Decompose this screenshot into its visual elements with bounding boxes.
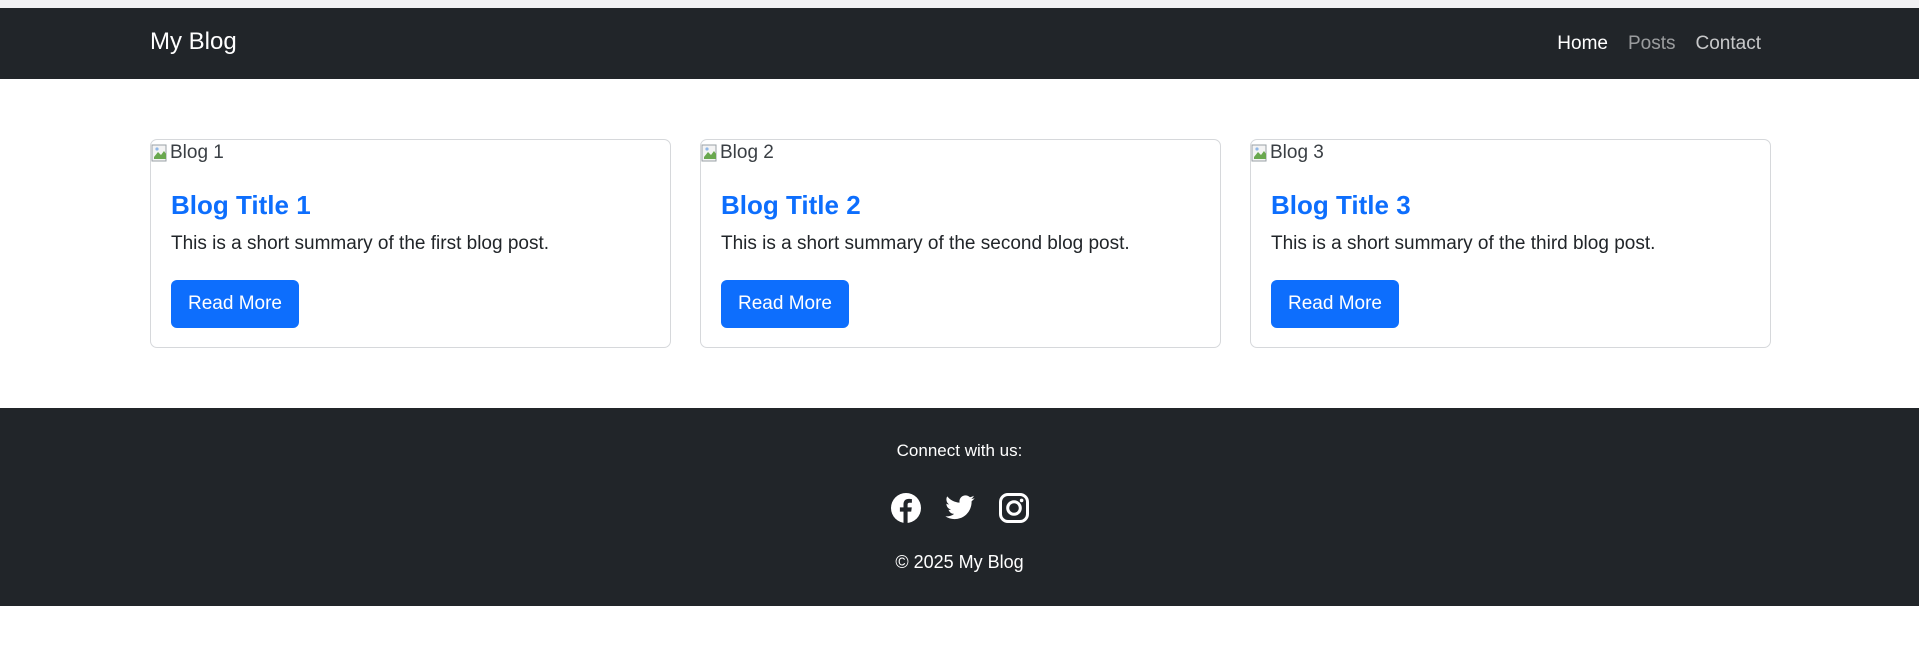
blog-card-image-alt: Blog 1 [170, 142, 224, 163]
social-links [0, 492, 1919, 524]
blog-card-image: Blog 1 [151, 142, 224, 165]
blog-card-summary: This is a short summary of the third blo… [1271, 233, 1656, 254]
blog-card-image-alt: Blog 3 [1270, 142, 1324, 163]
nav-link-home[interactable]: Home [1557, 34, 1608, 53]
blog-card: Blog 1 Blog Title 1 This is a short summ… [150, 139, 671, 348]
broken-image-icon [1251, 142, 1269, 164]
nav-link-contact[interactable]: Contact [1696, 34, 1761, 53]
blog-card: Blog 3 Blog Title 3 This is a short summ… [1250, 139, 1771, 348]
instagram-icon[interactable] [998, 492, 1030, 524]
footer: Connect with us: © 2025 My Blog [0, 408, 1919, 606]
facebook-icon[interactable] [890, 492, 922, 524]
blog-card-summary: This is a short summary of the first blo… [171, 233, 550, 254]
navbar: My Blog Home Posts Contact [0, 8, 1919, 79]
blog-card-title: Blog Title 3 [1271, 190, 1411, 220]
connect-label: Connect with us: [896, 441, 1023, 460]
nav-link-posts[interactable]: Posts [1628, 34, 1676, 53]
broken-image-icon [701, 142, 719, 164]
blog-card-title: Blog Title 2 [721, 190, 861, 220]
twitter-icon[interactable] [944, 492, 976, 524]
brand-link[interactable]: My Blog [150, 30, 237, 54]
nav-links: Home Posts Contact [1537, 34, 1761, 53]
blog-card-summary: This is a short summary of the second bl… [721, 233, 1130, 254]
browser-top-strip [0, 0, 1919, 8]
broken-image-icon [151, 142, 169, 164]
blog-card-image-alt: Blog 2 [720, 142, 774, 163]
read-more-button[interactable]: Read More [721, 280, 849, 328]
blog-card-title: Blog Title 1 [171, 190, 311, 220]
read-more-button[interactable]: Read More [1271, 280, 1399, 328]
read-more-button[interactable]: Read More [171, 280, 299, 328]
copyright-text: © 2025 My Blog [895, 552, 1024, 572]
blog-card: Blog 2 Blog Title 2 This is a short summ… [700, 139, 1221, 348]
blog-card-image: Blog 3 [1251, 142, 1324, 165]
blog-card-grid: Blog 1 Blog Title 1 This is a short summ… [0, 79, 1919, 408]
blog-card-image: Blog 2 [701, 142, 774, 165]
